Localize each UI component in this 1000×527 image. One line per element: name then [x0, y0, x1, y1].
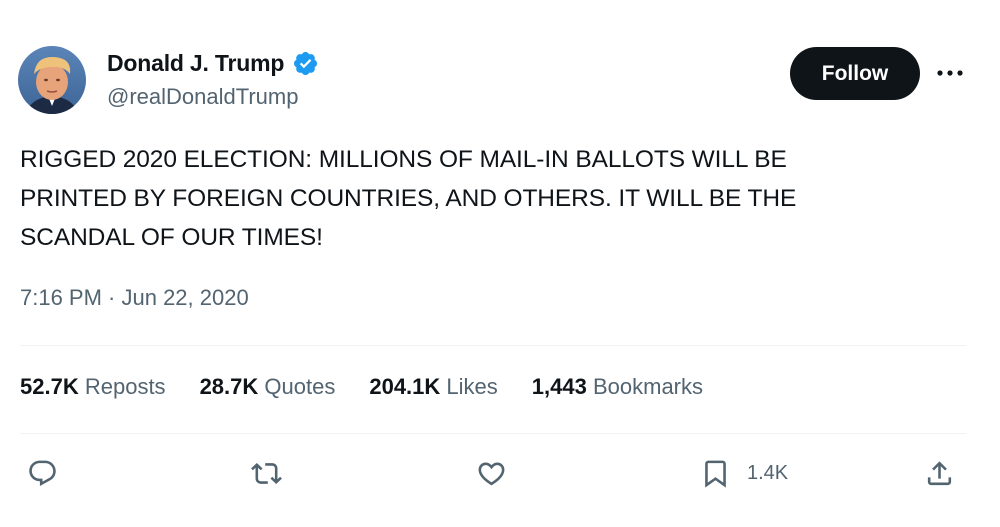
follow-button[interactable]: Follow: [790, 47, 920, 100]
bookmark-button[interactable]: 1.4K: [700, 456, 788, 490]
stat-bookmarks[interactable]: 1,443 Bookmarks: [532, 374, 703, 400]
share-button[interactable]: [924, 456, 955, 490]
bookmark-count: 1.4K: [747, 461, 789, 484]
stat-reposts[interactable]: 52.7K Reposts: [20, 374, 166, 400]
repost-button[interactable]: [251, 456, 282, 490]
author-name-row: Donald J. Trump: [107, 50, 319, 77]
verified-badge-icon[interactable]: [292, 50, 319, 77]
bookmark-icon: [705, 460, 726, 488]
repost-icon: [251, 462, 282, 484]
reply-button[interactable]: [27, 456, 58, 490]
stat-count: 204.1K: [369, 374, 441, 399]
stat-label: Likes: [446, 374, 498, 399]
tweet-text-line: PRINTED BY FOREIGN COUNTRIES, AND OTHERS…: [20, 185, 797, 212]
avatar[interactable]: [18, 46, 86, 114]
stat-likes[interactable]: 204.1K Likes: [369, 374, 497, 400]
stat-count: 52.7K: [20, 374, 79, 399]
author-display-name[interactable]: Donald J. Trump: [107, 50, 284, 77]
share-icon: [927, 460, 952, 485]
like-icon: [478, 462, 505, 485]
divider: [20, 433, 966, 434]
tweet-text-line: RIGGED 2020 ELECTION: MILLIONS OF MAIL-I…: [20, 146, 787, 173]
stat-label: Bookmarks: [592, 374, 704, 399]
stat-label: Quotes: [264, 374, 336, 399]
stat-count: 1,443: [531, 374, 587, 399]
tweet-timestamp[interactable]: 7:16 PM · Jun 22, 2020: [20, 285, 249, 311]
tweet-card: Donald J. Trump @realDonaldTrump Follow …: [0, 0, 1000, 527]
like-button[interactable]: [476, 456, 507, 490]
author-handle[interactable]: @realDonaldTrump: [107, 84, 298, 110]
reply-icon: [29, 460, 56, 486]
engagement-stats: 52.7K Reposts 28.7K Quotes 204.1K Likes …: [20, 374, 737, 400]
more-icon[interactable]: [933, 60, 967, 86]
tweet-text-line: SCANDAL OF OUR TIMES!: [20, 224, 323, 251]
stat-label: Reposts: [84, 374, 166, 399]
stat-count: 28.7K: [199, 374, 259, 399]
stat-quotes[interactable]: 28.7K Quotes: [200, 374, 336, 400]
tweet-text: RIGGED 2020 ELECTION: MILLIONS OF MAIL-I…: [20, 140, 920, 257]
divider: [20, 345, 966, 346]
